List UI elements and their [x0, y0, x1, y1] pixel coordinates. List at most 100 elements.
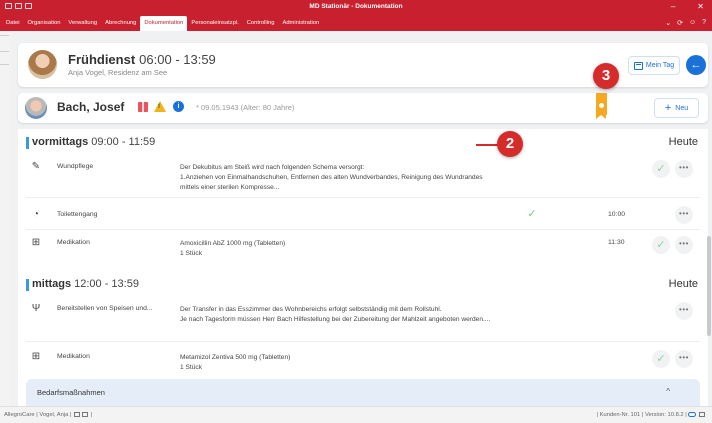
item-description: Amoxicillin AbZ 1000 mg (Tabletten) 1 St…	[180, 240, 286, 257]
section-mittags: mittags 12:00 - 13:59 Heute	[18, 277, 708, 294]
menu-items: Datei Organisation Verwaltung Abrechnung Dok…	[2, 16, 323, 31]
callout-badge-3: 3	[593, 63, 619, 89]
shift-time: 06:00 - 13:59	[139, 52, 216, 67]
section-title: mittags 12:00 - 13:59	[32, 278, 139, 290]
ribbon-dot	[599, 103, 604, 108]
shift-name: Frühdienst	[68, 52, 136, 67]
gift-icon[interactable]	[138, 102, 148, 112]
scrollbar[interactable]	[707, 236, 711, 336]
divider	[26, 229, 700, 230]
bookmark-ribbon-icon[interactable]	[596, 93, 607, 119]
section-title: vormittags 09:00 - 11:59	[32, 136, 155, 148]
item-name: Toilettengang	[57, 211, 98, 218]
avatar	[28, 50, 57, 79]
chevron-up-icon[interactable]: ^	[666, 387, 670, 396]
medication-icon: ⊞	[31, 351, 41, 362]
more-button[interactable]: •••	[675, 160, 693, 178]
chevron-down-icon[interactable]: ⌄	[665, 19, 671, 27]
menu-item-controlling[interactable]: Controlling	[243, 16, 279, 31]
info-icon[interactable]: i	[173, 101, 184, 112]
resident-dob: * 09.05.1943 (Alter: 80 Jahre)	[196, 103, 295, 112]
medication-icon: ⊞	[31, 237, 41, 248]
item-description: Der Dekubitus am Steiß wird nach folgend…	[180, 164, 483, 191]
resident-card: Bach, Josef ! i * 09.05.1943 (Alter: 80 …	[18, 93, 708, 123]
more-button[interactable]: •••	[675, 350, 693, 368]
warning-icon[interactable]	[154, 101, 166, 112]
bedarfsmassnahmen-panel[interactable]: Bedarfsmaßnahmen ^	[26, 379, 700, 406]
shift-title: Frühdienst 06:00 - 13:59	[68, 52, 216, 67]
wound-care-icon: ✎	[31, 161, 41, 172]
print-icon[interactable]	[82, 412, 89, 417]
resident-avatar	[25, 97, 47, 119]
strip-line	[0, 64, 9, 65]
toilet-icon: ◔	[32, 209, 40, 220]
shift-subtitle: Anja Vogel, Residenz am See	[68, 68, 168, 77]
section-bar	[26, 137, 29, 149]
strip-line	[0, 35, 9, 36]
menu-item-personaleinsatzpl[interactable]: Personaleinsatzpl.	[187, 16, 242, 31]
section-name: mittags	[32, 278, 72, 290]
menu-bar: Datei Organisation Verwaltung Abrechnung Dok…	[0, 16, 712, 31]
left-edge-strip	[0, 31, 10, 406]
activity-list: vormittags 09:00 - 11:59 Heute ✎ Wundpfle…	[18, 129, 708, 406]
more-button[interactable]: •••	[675, 302, 693, 320]
calendar-icon	[633, 61, 643, 70]
section-time: 12:00 - 13:59	[74, 278, 139, 290]
section-vormittags: vormittags 09:00 - 11:59 Heute	[18, 135, 708, 152]
callout-line	[476, 144, 498, 146]
window-controls[interactable]: – ✕	[671, 2, 704, 11]
warning-mark: !	[158, 104, 160, 110]
menu-item-verwaltung[interactable]: Verwaltung	[64, 16, 101, 31]
section-time: 09:00 - 11:59	[91, 136, 156, 148]
back-button[interactable]: ←	[686, 55, 706, 75]
item-name: Medikation	[57, 239, 90, 246]
section-day: Heute	[668, 278, 698, 290]
check-button[interactable]: ✓	[652, 350, 670, 368]
new-entry-button[interactable]: + Neu	[654, 98, 699, 118]
menu-item-abrechnung[interactable]: Abrechnung	[101, 16, 140, 31]
section-bar	[26, 279, 29, 291]
help-icon[interactable]: ?	[702, 19, 706, 27]
item-name: Medikation	[57, 353, 90, 360]
cloud-icon	[688, 412, 697, 417]
sync-icon[interactable]: ⟳	[677, 19, 683, 27]
item-name: Wundpflege	[57, 163, 94, 170]
menu-item-administration[interactable]: Administration	[278, 16, 323, 31]
window-title: MD Stationär - Dokumentation	[309, 3, 403, 10]
plus-icon: +	[664, 102, 672, 114]
mein-tag-label: Mein Tag	[645, 62, 675, 69]
more-button[interactable]: •••	[675, 206, 693, 224]
item-description: Der Transfer in das Esszimmer des Wohnbe…	[180, 306, 491, 323]
window-icon[interactable]	[699, 412, 705, 417]
more-button[interactable]: •••	[675, 236, 693, 254]
close-icon[interactable]: ✕	[697, 2, 704, 11]
item-name: Bereitstellen von Speisen und...	[57, 305, 153, 312]
status-right-text: | Kunden-Nr. 101 | Version: 10.8.2 |	[596, 412, 687, 419]
divider	[26, 197, 700, 198]
status-right: | Kunden-Nr. 101 | Version: 10.8.2 |	[597, 412, 707, 418]
resident-name[interactable]: Bach, Josef	[57, 100, 124, 114]
callout-badge-2: 2	[497, 131, 523, 157]
check-button[interactable]: ✓	[652, 236, 670, 254]
mail-icon[interactable]	[74, 412, 81, 417]
divider	[26, 341, 700, 342]
item-time: 10:00	[608, 211, 626, 218]
menu-item-dokumentation[interactable]: Dokumentation	[140, 16, 188, 31]
section-header: vormittags 09:00 - 11:59 Heute	[18, 135, 708, 152]
bedarf-title: Bedarfsmaßnahmen	[37, 388, 105, 397]
menu-item-datei[interactable]: Datei	[2, 16, 24, 31]
check-button[interactable]: ✓	[652, 160, 670, 178]
food-service-icon: Ψ	[31, 303, 41, 314]
menu-item-organisation[interactable]: Organisation	[24, 16, 65, 31]
done-check-icon: ✓	[527, 208, 537, 220]
item-time: 11:30	[608, 239, 625, 246]
new-label: Neu	[675, 104, 689, 112]
arrow-left-icon: ←	[690, 59, 702, 71]
menu-right-controls[interactable]: ⌄ ⟳ ☺ ?	[665, 19, 706, 27]
title-bar: MD Stationär - Dokumentation – ✕	[0, 0, 712, 16]
minimize-icon[interactable]: –	[671, 2, 675, 11]
section-name: vormittags	[32, 136, 89, 148]
strip-line	[0, 51, 9, 52]
user-icon[interactable]: ☺	[689, 19, 696, 27]
mein-tag-button[interactable]: Mein Tag	[628, 56, 680, 75]
